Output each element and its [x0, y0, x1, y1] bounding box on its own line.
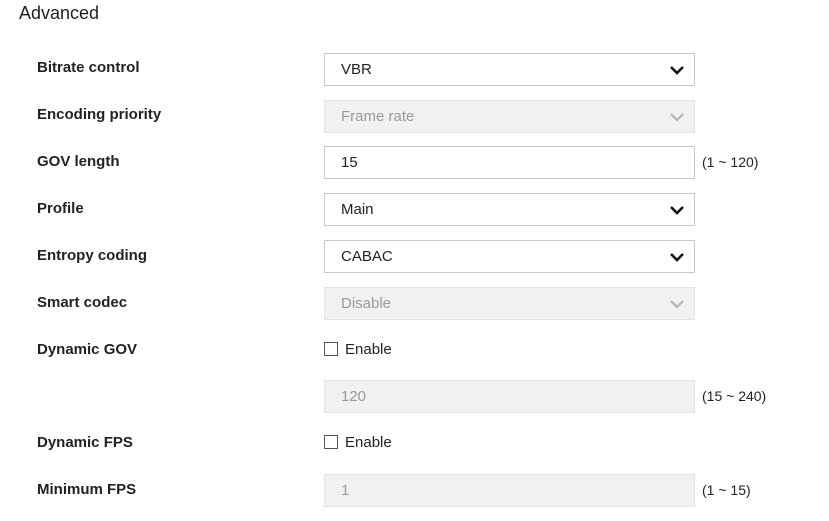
- bitrate-control-value: VBR: [341, 61, 372, 78]
- entropy-coding-value: CABAC: [341, 248, 393, 265]
- gov-length-value: 15: [341, 154, 358, 171]
- smart-codec-value: Disable: [341, 295, 392, 312]
- chevron-down-icon: [669, 110, 685, 124]
- minimum-fps-value: 1: [341, 482, 350, 499]
- minimum-fps-label: Minimum FPS: [37, 481, 137, 498]
- dynamic-gov-checkbox-label: Enable: [345, 340, 392, 358]
- dynamic-gov-value: 120: [341, 388, 367, 405]
- dynamic-gov-label: Dynamic GOV: [37, 341, 138, 358]
- entropy-coding-label: Entropy coding: [37, 247, 147, 264]
- smart-codec-select: Disable: [324, 287, 695, 320]
- gov-length-range: (1 ~ 120): [702, 154, 759, 170]
- dynamic-fps-checkbox[interactable]: [324, 435, 338, 449]
- chevron-down-icon: [669, 63, 685, 77]
- dynamic-gov-checkbox-row[interactable]: Enable: [324, 340, 392, 358]
- profile-select[interactable]: Main: [324, 193, 695, 226]
- dynamic-fps-checkbox-row[interactable]: Enable: [324, 433, 392, 451]
- dynamic-gov-input: 120: [324, 380, 695, 413]
- bitrate-control-select[interactable]: VBR: [324, 53, 695, 86]
- encoding-priority-label: Encoding priority: [37, 106, 162, 123]
- minimum-fps-input: 1: [324, 474, 695, 507]
- smart-codec-label: Smart codec: [37, 294, 128, 311]
- entropy-coding-select[interactable]: CABAC: [324, 240, 695, 273]
- chevron-down-icon: [669, 297, 685, 311]
- chevron-down-icon: [669, 250, 685, 264]
- gov-length-label: GOV length: [37, 153, 120, 170]
- encoding-priority-select: Frame rate: [324, 100, 695, 133]
- dynamic-gov-checkbox[interactable]: [324, 342, 338, 356]
- profile-label: Profile: [37, 200, 84, 217]
- minimum-fps-range: (1 ~ 15): [702, 482, 751, 498]
- profile-value: Main: [341, 201, 374, 218]
- section-title: Advanced: [19, 3, 100, 23]
- dynamic-fps-checkbox-label: Enable: [345, 433, 392, 451]
- dynamic-gov-range: (15 ~ 240): [702, 388, 767, 404]
- chevron-down-icon: [669, 203, 685, 217]
- dynamic-fps-label: Dynamic FPS: [37, 434, 133, 451]
- bitrate-control-label: Bitrate control: [37, 59, 140, 76]
- encoding-priority-value: Frame rate: [341, 108, 415, 125]
- gov-length-input[interactable]: 15: [324, 146, 695, 179]
